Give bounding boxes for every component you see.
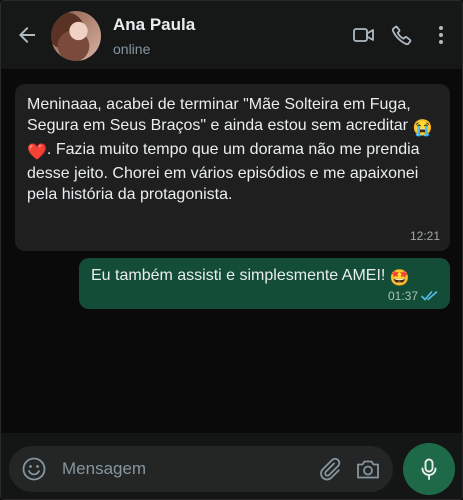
camera-icon[interactable] [355, 457, 381, 481]
back-arrow-icon[interactable] [15, 23, 39, 47]
message-text-part: Eu também assisti e simplesmente AMEI! [91, 267, 390, 284]
message-time: 01:37 [387, 289, 418, 303]
chat-header: Ana Paula online [1, 1, 462, 69]
phone-icon[interactable] [390, 23, 414, 47]
video-call-icon[interactable] [352, 23, 376, 47]
avatar[interactable] [51, 11, 101, 61]
mic-icon [421, 458, 437, 480]
attach-icon[interactable] [317, 456, 343, 482]
message-input[interactable]: Mensagem [62, 459, 146, 479]
chat-screen: Ana Paula online Meninaaa, acabei de ter… [0, 0, 463, 500]
mic-button[interactable] [403, 443, 455, 495]
message-text: Eu também assisti e simplesmente AMEI! 🤩 [91, 265, 438, 290]
incoming-message[interactable]: Meninaaa, acabei de terminar "Mãe Soltei… [15, 84, 450, 251]
contact-status: online [113, 41, 151, 57]
message-text: Meninaaa, acabei de terminar "Mãe Soltei… [27, 94, 437, 205]
message-time: 12:21 [409, 229, 440, 243]
crying-face-emoji: 😭 [412, 120, 433, 137]
star-struck-emoji: 🤩 [389, 270, 410, 287]
message-composer[interactable]: Mensagem [9, 446, 393, 492]
outgoing-message[interactable]: Eu também assisti e simplesmente AMEI! 🤩… [79, 258, 450, 309]
double-check-icon [421, 291, 438, 301]
message-text-part: Meninaaa, acabei de terminar "Mãe Soltei… [27, 96, 413, 134]
more-vert-icon[interactable] [429, 23, 453, 47]
red-heart-emoji: ❤️ [27, 144, 47, 161]
message-text-part: . Fazia muito tempo que um dorama não me… [27, 141, 420, 203]
contact-name[interactable]: Ana Paula [113, 15, 195, 35]
emoji-icon[interactable] [21, 456, 47, 482]
